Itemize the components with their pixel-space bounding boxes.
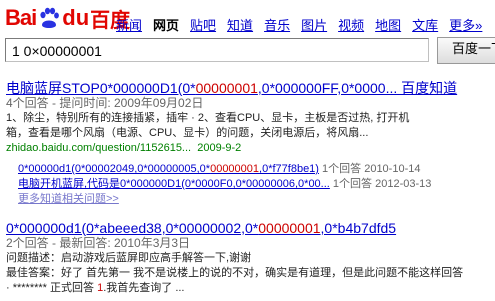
nav-images[interactable]: 图片 bbox=[301, 15, 327, 34]
result-snippet-line: 问题描述：启动游戏后蓝屏即应高手解答一下,谢谢 bbox=[6, 252, 252, 264]
result-url: zhidao.baidu.com/question/1152615... 200… bbox=[6, 142, 242, 154]
result-title-link[interactable]: 0*000000d1(0*abeeed38,0*00000002,0*00000… bbox=[6, 220, 495, 236]
nav-video[interactable]: 视频 bbox=[338, 15, 364, 34]
search-input[interactable]: 1 0×00000001 bbox=[5, 38, 429, 62]
nav-news[interactable]: 新闻 bbox=[116, 15, 142, 34]
search-result: 0*000000d1(0*abeeed38,0*00000002,0*00000… bbox=[6, 220, 495, 296]
result-snippet-line: 箱，查看是哪个风扇（电源、CPU、显卡）的问题，关闭电源后，将风扇... bbox=[6, 127, 369, 139]
related-question-link[interactable]: 电脑开机蓝屏,代码是0*000000D1(0*0000F0,0*00000006… bbox=[18, 178, 330, 190]
logo-du: du bbox=[62, 5, 90, 30]
result-title-link[interactable]: 电脑蓝屏STOP0*000000D1(0*00000001,0*000000FF… bbox=[6, 80, 495, 96]
related-question-link[interactable]: 0*00000d1(0*00002049,0*00000005,0*000000… bbox=[18, 163, 319, 175]
search-result: 电脑蓝屏STOP0*000000D1(0*00000001,0*000000FF… bbox=[6, 80, 495, 207]
search-button[interactable]: 百度一下 bbox=[437, 37, 495, 64]
top-nav: 新闻 网页 贴吧 知道 音乐 图片 视频 地图 文库 更多» bbox=[116, 15, 482, 34]
related-question: 0*00000d1(0*00002049,0*00000005,0*000000… bbox=[18, 163, 421, 175]
baidu-logo[interactable]: Bai du 百度 bbox=[5, 4, 130, 32]
nav-tieba[interactable]: 贴吧 bbox=[190, 15, 216, 34]
result-snippet-line: · ******** 正式回答 1.我首先查询了 ... bbox=[6, 282, 185, 294]
nav-more[interactable]: 更多» bbox=[449, 15, 482, 34]
more-related-link[interactable]: 更多知道相关问题>> bbox=[18, 192, 495, 207]
nav-music[interactable]: 音乐 bbox=[264, 15, 290, 34]
nav-web: 网页 bbox=[153, 18, 180, 33]
paw-icon bbox=[40, 7, 60, 28]
header: Bai du 百度 新闻 网页 贴吧 知道 音乐 图片 视频 地图 文库 更多» bbox=[0, 0, 495, 34]
nav-wenku[interactable]: 文库 bbox=[412, 15, 438, 34]
result-snippet-line: 最佳答案：好了 首先第一 我不是说楼上的说的不对，确实是有道理，但是此问题不能这… bbox=[6, 267, 464, 279]
nav-map[interactable]: 地图 bbox=[375, 15, 401, 34]
result-snippet-line: 1、除尘，特别所有的连接插紧，插牢 · 2、查看CPU、显卡，主板是否过热, 打… bbox=[6, 112, 410, 124]
result-meta: 2个回答 - 最新回答: 2010年3月3日 bbox=[6, 236, 191, 250]
result-meta: 4个回答 - 提问时间: 2009年09月02日 bbox=[6, 96, 204, 110]
logo-bai: Bai bbox=[5, 5, 37, 30]
related-question: 电脑开机蓝屏,代码是0*000000D1(0*0000F0,0*00000006… bbox=[18, 178, 432, 190]
nav-zhidao[interactable]: 知道 bbox=[227, 15, 253, 34]
